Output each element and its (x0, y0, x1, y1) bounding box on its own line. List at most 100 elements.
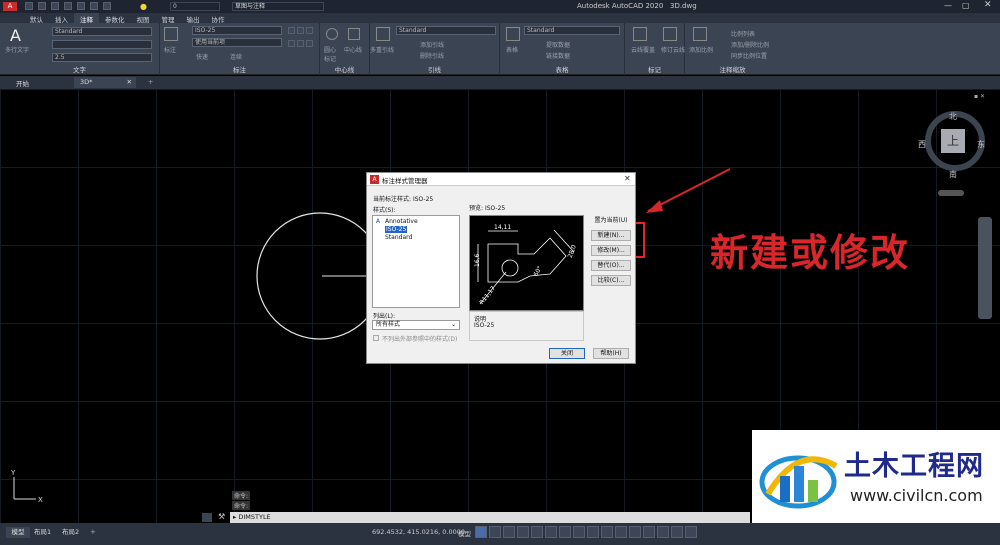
help-button[interactable]: 帮助(H) (593, 348, 629, 359)
new-button[interactable]: 新建(N)... (591, 230, 631, 241)
add-remove-scale-label[interactable]: 添加/删除比例 (731, 40, 769, 49)
leader-style-dropdown[interactable]: Standard (396, 26, 496, 35)
wcs-menu[interactable] (938, 190, 964, 196)
centerline-icon[interactable] (348, 28, 360, 40)
wrench-icon[interactable]: ⚒ (218, 512, 225, 521)
style-item-iso25-selected[interactable]: ISO-25 (385, 226, 408, 233)
dim-tool-icon[interactable] (297, 40, 304, 47)
multileader-icon[interactable] (376, 27, 390, 41)
plus-icon[interactable]: + (142, 77, 159, 88)
revcloud-icon[interactable] (663, 27, 677, 41)
link-data-label[interactable]: 链接数据 (546, 51, 570, 60)
lightbulb-icon[interactable]: ● (140, 2, 152, 11)
extract-data-label[interactable]: 提取数据 (546, 40, 570, 49)
table-icon[interactable] (506, 27, 520, 41)
remove-leader-label[interactable]: 删除引线 (420, 51, 444, 60)
redo-icon[interactable] (103, 2, 111, 10)
annotation-visibility-icon[interactable] (643, 526, 655, 538)
model-space-toggle[interactable]: 模型 (458, 528, 471, 538)
dim-tool-icon[interactable] (297, 27, 304, 34)
undo-icon[interactable] (90, 2, 98, 10)
text-style-dropdown[interactable]: Standard (52, 27, 152, 36)
add-scale-label[interactable]: 添加比例 (689, 45, 713, 54)
text-height-dropdown[interactable]: 2.5 (52, 53, 152, 62)
viewcube-north[interactable]: 北 (949, 111, 957, 122)
workspace-switch-icon[interactable] (685, 526, 697, 538)
close-window-icon[interactable]: ✕ (984, 0, 992, 10)
override-button[interactable]: 替代(O)... (591, 260, 631, 271)
layout-tab-1[interactable]: 布局1 (34, 527, 51, 538)
print-icon[interactable] (77, 2, 85, 10)
dim-tool-icon[interactable] (288, 27, 295, 34)
revcloud-label[interactable]: 修订云线 (661, 45, 685, 54)
sync-scale-label[interactable]: 同步比例位置 (731, 51, 767, 60)
dim-tool-icon[interactable] (288, 40, 295, 47)
wipeout-icon[interactable] (633, 27, 647, 41)
command-input[interactable]: ▸ DIMSTYLE (230, 512, 750, 523)
viewcube-east[interactable]: 东 (977, 139, 985, 150)
styles-listbox[interactable]: A Annotative ISO-25 Standard (372, 215, 460, 308)
selection-cycling-icon[interactable] (601, 526, 613, 538)
multiline-text-label[interactable]: 多行文字 (5, 45, 29, 54)
annotation-scale-icon[interactable] (671, 526, 683, 538)
lineweight-icon[interactable] (573, 526, 585, 538)
ortho-icon[interactable] (503, 526, 515, 538)
workspace-dropdown[interactable]: 草图与注释 (232, 2, 324, 11)
object-snap-tracking-icon[interactable] (545, 526, 557, 538)
dim-layer-dropdown[interactable]: 使用当前项 (192, 38, 282, 47)
set-current-button[interactable]: 置为当前(U) (591, 215, 631, 226)
start-tab[interactable]: 开始 (10, 77, 35, 88)
wipeout-label[interactable]: 云线覆盖 (631, 45, 655, 54)
add-scale-icon[interactable] (693, 27, 707, 41)
auto-scale-icon[interactable] (657, 526, 669, 538)
save-as-icon[interactable] (64, 2, 72, 10)
viewcube-top-face[interactable]: 上 (941, 129, 965, 153)
snap-icon[interactable] (489, 526, 501, 538)
center-mark-icon[interactable] (326, 28, 338, 40)
dim-tool-icon[interactable] (306, 40, 313, 47)
grid-icon[interactable] (475, 526, 487, 538)
list-dropdown[interactable]: 所有样式 ⌄ (372, 320, 460, 330)
viewcube-west[interactable]: 西 (918, 139, 926, 150)
maximize-icon[interactable]: ▢ (962, 1, 970, 10)
polar-icon[interactable] (517, 526, 529, 538)
text-find-field[interactable] (52, 40, 152, 49)
object-snap-icon[interactable] (559, 526, 571, 538)
multileader-label[interactable]: 多重引线 (370, 45, 394, 54)
table-label[interactable]: 表格 (506, 45, 518, 54)
viewport-controls-icon[interactable]: ▪ ✕ (974, 93, 985, 100)
continue-dim-label[interactable]: 连续 (230, 52, 242, 61)
exclude-xref-checkbox[interactable] (373, 335, 379, 341)
layout-tab-model[interactable]: 模型 (6, 527, 30, 538)
quick-dim-label[interactable]: 快速 (196, 52, 208, 61)
close-tab-icon[interactable]: ✕ (127, 78, 132, 86)
dialog-close-icon[interactable]: ✕ (624, 174, 631, 183)
command-close-icon[interactable] (202, 513, 212, 522)
open-file-icon[interactable] (38, 2, 46, 10)
center-mark-label[interactable]: 圆心 (324, 45, 336, 54)
multiline-text-icon[interactable]: A (10, 26, 21, 45)
modify-button[interactable]: 修改(M)... (591, 245, 631, 256)
style-item-annotative[interactable]: Annotative (385, 218, 418, 225)
autocad-logo-icon[interactable]: A (3, 2, 17, 11)
3d-osnap-icon[interactable] (615, 526, 627, 538)
scale-list-label[interactable]: 比例列表 (731, 29, 755, 38)
isodraft-icon[interactable] (531, 526, 543, 538)
dim-tool-icon[interactable] (306, 27, 313, 34)
dim-style-dropdown[interactable]: ISO-25 (192, 26, 282, 35)
new-file-icon[interactable] (25, 2, 33, 10)
navigation-bar[interactable] (978, 217, 992, 319)
minimize-icon[interactable]: — (944, 1, 952, 10)
add-leader-label[interactable]: 添加引线 (420, 40, 444, 49)
dimension-icon[interactable] (164, 27, 178, 41)
save-icon[interactable] (51, 2, 59, 10)
transparency-icon[interactable] (587, 526, 599, 538)
drawing-tab-active[interactable]: 3D* ✕ (74, 77, 136, 88)
viewcube-south[interactable]: 南 (949, 169, 957, 180)
centerline-label[interactable]: 中心线 (344, 45, 362, 54)
style-item-standard[interactable]: Standard (385, 234, 412, 241)
compare-button[interactable]: 比较(C)... (591, 275, 631, 286)
dimension-label[interactable]: 标注 (164, 45, 176, 54)
layer-dropdown[interactable]: 0 (170, 2, 220, 11)
layout-tab-2[interactable]: 布局2 (62, 527, 79, 538)
